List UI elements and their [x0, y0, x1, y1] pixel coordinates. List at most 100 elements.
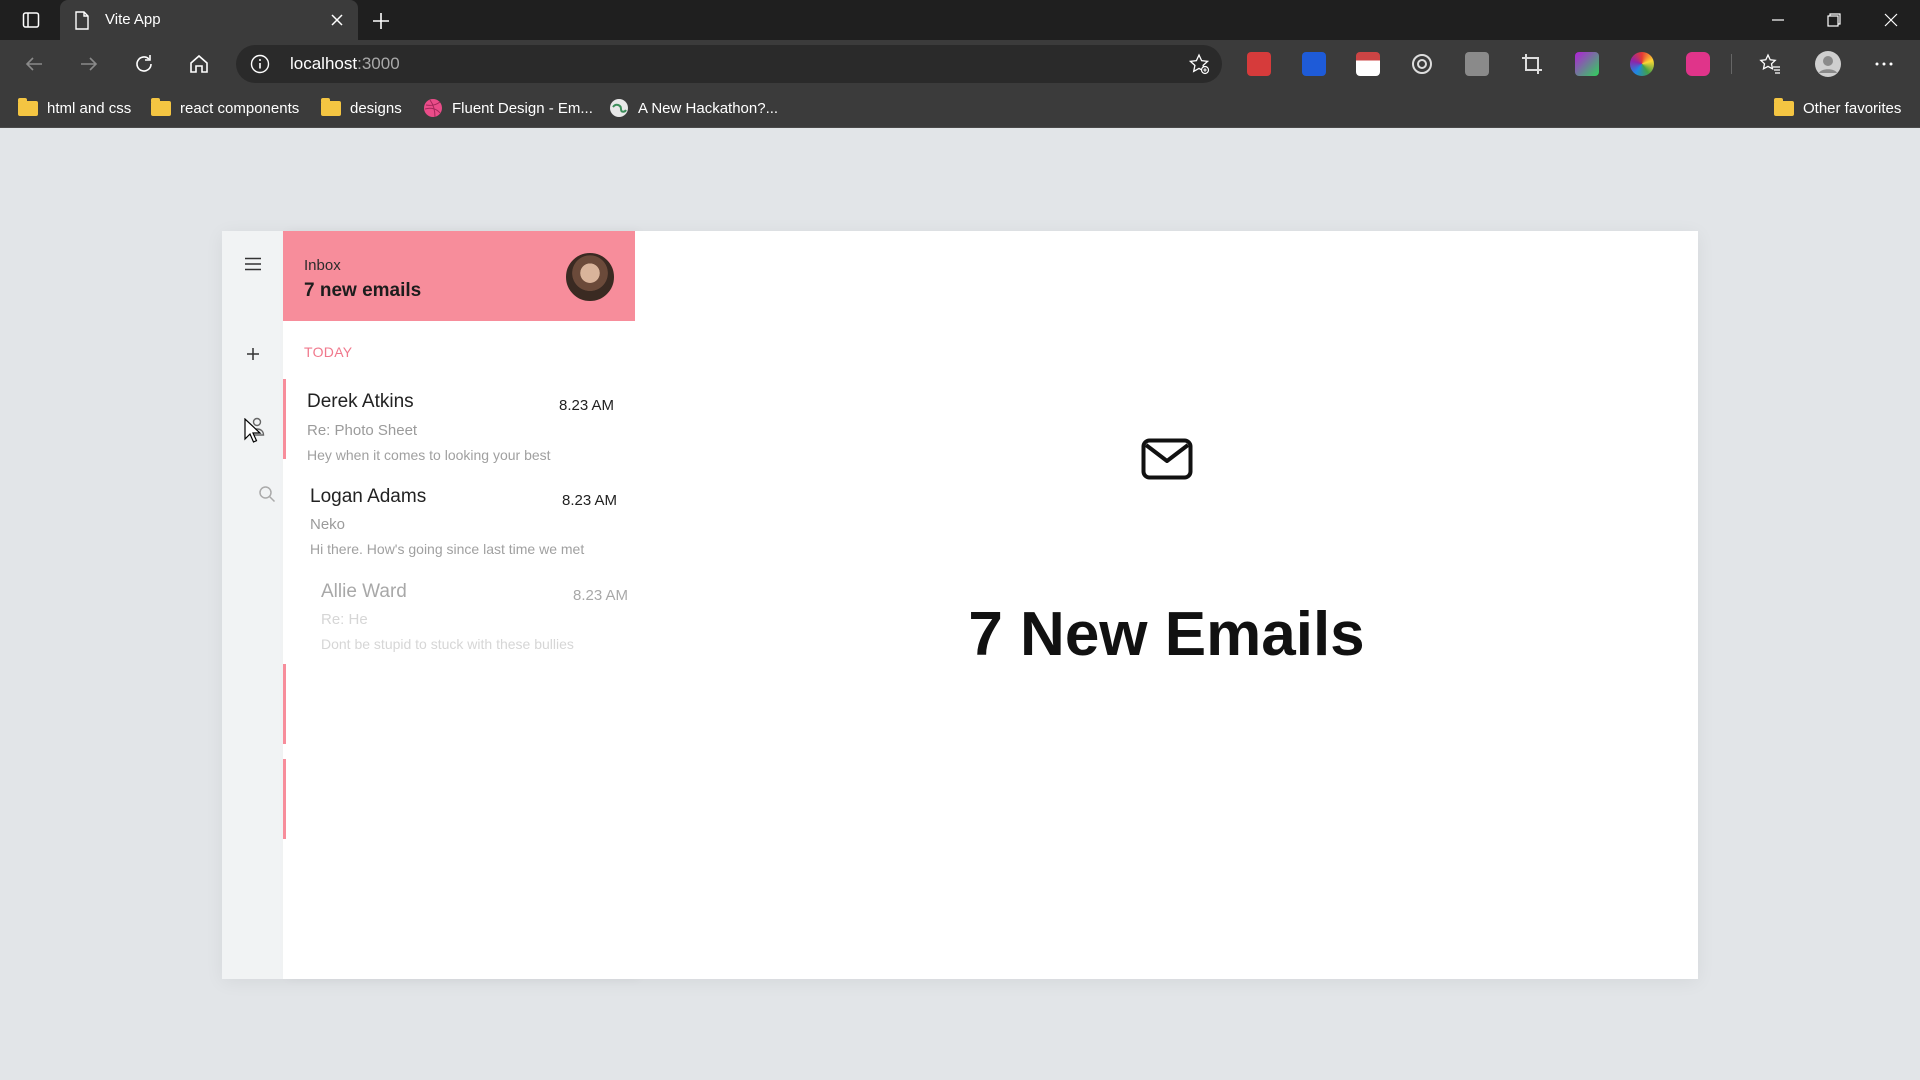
tab-title: Vite App [105, 11, 161, 28]
menu-button[interactable] [240, 251, 266, 277]
side-rail [222, 231, 283, 979]
plus-icon [247, 348, 259, 360]
inbox-list: Inbox 7 new emails TODAY Derek Atkins 8.… [283, 231, 635, 979]
dribbble-icon [424, 99, 442, 118]
globe-icon [610, 99, 628, 117]
color-extension-icon[interactable] [1575, 52, 1599, 76]
more-dots-icon [1875, 62, 1893, 66]
close-icon [1884, 13, 1898, 27]
home-button[interactable] [181, 48, 217, 80]
forward-button[interactable] [71, 48, 107, 80]
search-icon [259, 486, 276, 503]
toolbar-separator [1731, 54, 1732, 74]
mail-app: Inbox 7 new emails TODAY Derek Atkins 8.… [222, 231, 1698, 979]
restore-icon [1827, 13, 1841, 27]
arrow-left-icon [25, 57, 42, 71]
settings-more-button[interactable] [1866, 48, 1902, 80]
bookmark-react-components[interactable]: react components [151, 96, 299, 120]
sender-name: Allie Ward [321, 581, 407, 602]
browser-tab-bar: Vite App [0, 0, 1920, 40]
bookmark-label: designs [350, 99, 402, 117]
minimize-icon [1772, 19, 1784, 21]
crop-extension-icon[interactable] [1520, 52, 1544, 76]
favorites-icon [1759, 53, 1780, 74]
grammar-extension-icon[interactable] [1686, 52, 1710, 76]
profile-icon [1815, 51, 1841, 77]
sender-name: Derek Atkins [307, 391, 414, 412]
bitwarden-icon[interactable] [1302, 52, 1326, 76]
bookmark-html-and-css[interactable]: html and css [18, 96, 131, 120]
bookmark-label: Other favorites [1803, 99, 1902, 117]
bookmark-label: Fluent Design - Em... [452, 99, 593, 117]
url-host: localhost [290, 54, 358, 73]
home-icon [190, 54, 208, 73]
restore-button[interactable] [1805, 0, 1863, 40]
compose-button[interactable] [240, 341, 266, 367]
extension-red-icon[interactable] [1247, 52, 1271, 76]
folder-icon [321, 97, 341, 116]
new-tab-icon[interactable] [368, 8, 394, 34]
close-tab-icon[interactable] [328, 11, 346, 29]
refresh-icon [136, 55, 152, 72]
minimize-button[interactable] [1749, 0, 1807, 40]
page-icon [75, 11, 89, 30]
inbox-label: Inbox [304, 257, 341, 274]
url-port: :3000 [357, 54, 400, 73]
close-window-button[interactable] [1862, 0, 1920, 40]
search-button[interactable] [254, 481, 280, 507]
unread-indicator [283, 759, 286, 839]
hamburger-menu-icon [245, 257, 261, 271]
tab-actions-icon [22, 12, 40, 28]
unread-indicator [283, 664, 286, 744]
avatar[interactable] [564, 251, 616, 303]
calendar-extension-icon[interactable] [1356, 52, 1380, 76]
email-subject: Re: Photo Sheet [307, 422, 418, 439]
folder-icon [151, 97, 171, 116]
email-time: 8.23 AM [573, 587, 629, 604]
bookmark-label: html and css [47, 99, 132, 117]
add-favorite-icon[interactable] [1188, 53, 1210, 75]
bookmark-other-favorites[interactable]: Other favorites [1774, 96, 1901, 120]
email-time: 8.23 AM [562, 492, 618, 509]
new-email-count: 7 new emails [304, 280, 422, 301]
inbox-header: Inbox 7 new emails [283, 231, 635, 321]
back-button[interactable] [16, 48, 52, 80]
reading-pane: 7 New Emails [635, 231, 1698, 979]
favorites-button[interactable] [1752, 48, 1788, 80]
email-item-logan-adams[interactable]: Logan Adams 8.23 AM Neko Hi there. How's… [283, 474, 635, 560]
email-preview: Hi there. How's going since last time we… [310, 541, 585, 557]
section-today: TODAY [304, 344, 353, 360]
bookmarks-bar: html and css react components designs Fl… [0, 88, 1920, 128]
email-subject: Neko [310, 516, 346, 533]
bookmark-label: A New Hackathon?... [638, 99, 779, 117]
bookmark-new-hackathon[interactable]: A New Hackathon?... [609, 96, 778, 120]
bookmark-fluent-design[interactable]: Fluent Design - Em... [423, 96, 593, 120]
browser-tab[interactable]: Vite App [60, 0, 358, 40]
color-wheel-icon[interactable] [1630, 52, 1654, 76]
main-headline: 7 New Emails [968, 600, 1365, 669]
url-text: localhost:3000 [290, 54, 400, 74]
email-item-allie-ward[interactable]: Allie Ward 8.23 AM Re: He Dont be stupid… [283, 569, 635, 655]
sender-name: Logan Adams [310, 486, 427, 507]
tab-actions-button[interactable] [14, 7, 48, 33]
collections-icon[interactable] [1465, 52, 1489, 76]
email-preview: Hey when it comes to looking your best [307, 447, 551, 463]
unread-indicator [283, 379, 286, 459]
folder-icon [1774, 97, 1794, 116]
bookmark-designs[interactable]: designs [321, 96, 402, 120]
mouse-cursor-icon [244, 418, 262, 443]
mail-icon [1141, 438, 1193, 480]
email-item-derek-atkins[interactable]: Derek Atkins 8.23 AM Re: Photo Sheet Hey… [283, 379, 635, 465]
email-subject: Re: He [321, 611, 368, 628]
email-preview: Dont be stupid to stuck with these bulli… [321, 636, 574, 652]
folder-icon [18, 97, 38, 116]
info-icon[interactable] [250, 54, 270, 74]
arrow-right-icon [81, 57, 98, 71]
target-extension-icon[interactable] [1410, 52, 1434, 76]
address-bar[interactable]: localhost:3000 [236, 45, 1222, 83]
bookmark-label: react components [180, 99, 300, 117]
browser-toolbar: localhost:3000 [0, 40, 1920, 88]
profile-button[interactable] [1810, 48, 1846, 80]
refresh-button[interactable] [126, 48, 162, 80]
email-time: 8.23 AM [559, 397, 615, 414]
